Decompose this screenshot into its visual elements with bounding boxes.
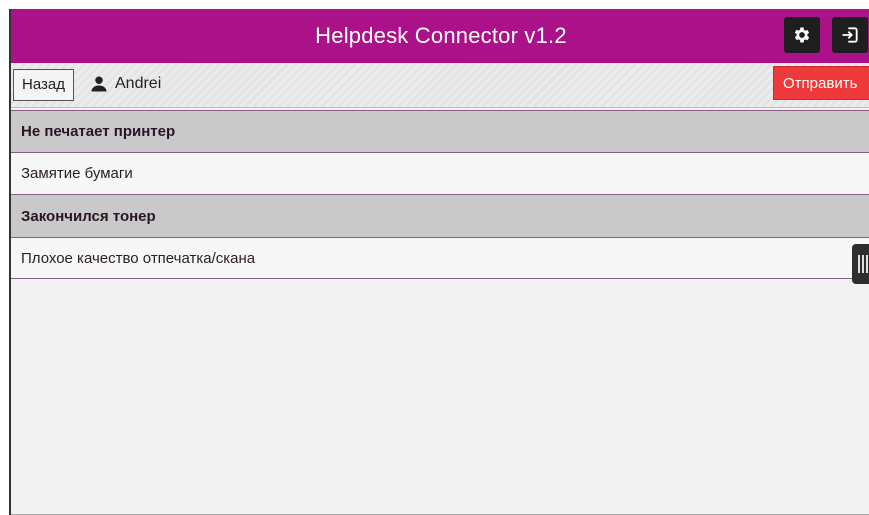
issue-list: Не печатает принтер Замятие бумаги Закон…	[11, 110, 869, 279]
list-item-label: Замятие бумаги	[21, 165, 133, 182]
exit-icon	[842, 27, 858, 43]
send-button[interactable]: Отправить	[773, 66, 869, 100]
user-icon	[91, 76, 107, 92]
list-item-label: Плохое качество отпечатка/скана	[21, 249, 256, 267]
user-name: Andrei	[115, 75, 162, 92]
title-bar: Helpdesk Connector v1.2	[11, 9, 869, 63]
list-item-label: Закончился тонер	[21, 207, 156, 225]
list-item-label: Не печатает принтер	[21, 123, 176, 140]
app-window: Helpdesk Connector v1.2 Назад Andrei Отп…	[9, 9, 869, 515]
list-item[interactable]: Замятие бумаги	[11, 152, 869, 194]
settings-button[interactable]	[784, 17, 820, 53]
drawer-handle[interactable]	[852, 244, 869, 284]
list-item[interactable]: Закончился тонер	[11, 194, 869, 237]
app-title: Helpdesk Connector v1.2	[315, 23, 567, 48]
list-item[interactable]: Плохое качество отпечатка/скана	[11, 237, 869, 279]
back-button[interactable]: Назад	[13, 69, 74, 101]
list-item[interactable]: Не печатает принтер	[11, 110, 869, 152]
grip-icon	[858, 255, 868, 273]
current-user: Andrei	[90, 75, 161, 93]
exit-button[interactable]	[832, 17, 868, 53]
toolbar: Назад Andrei Отправить	[11, 63, 869, 108]
gear-icon	[794, 27, 810, 43]
